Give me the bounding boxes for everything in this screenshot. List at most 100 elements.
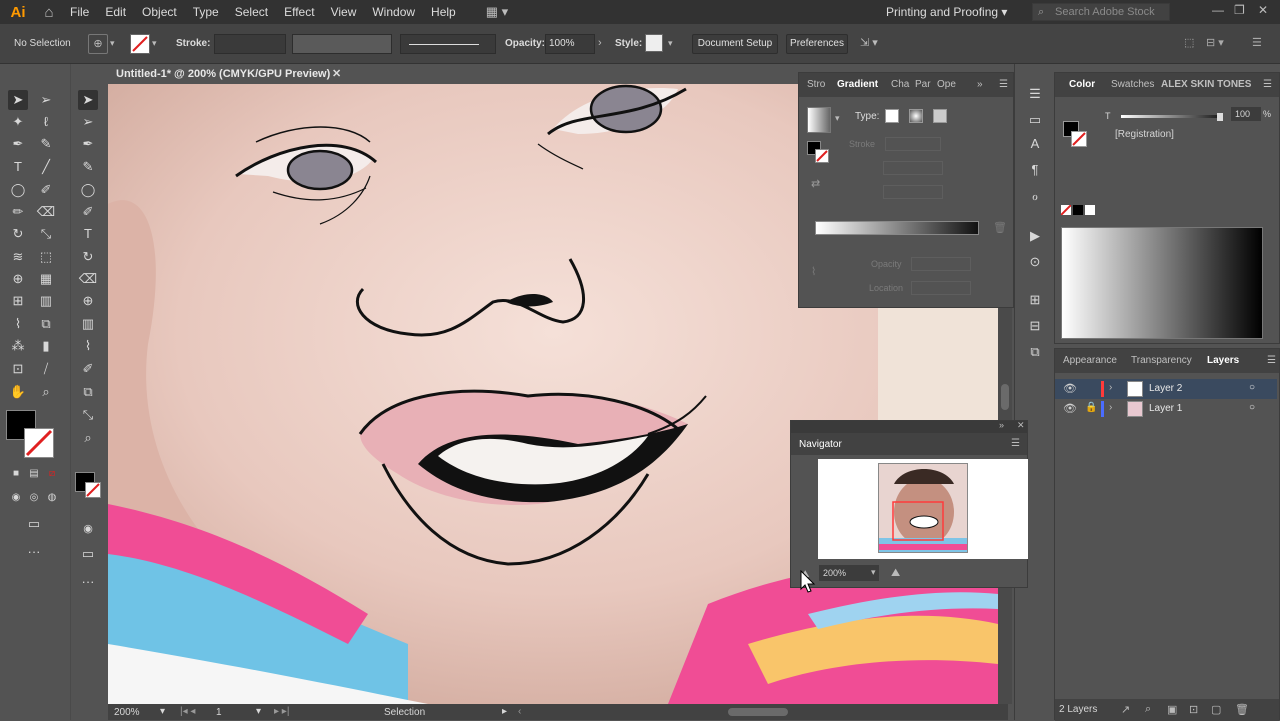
draw-inside-icon[interactable]: ◍: [42, 488, 62, 508]
symbol-sprayer-icon[interactable]: ⁂: [8, 336, 28, 356]
minimize-icon[interactable]: —: [1212, 3, 1224, 17]
tab-opentype[interactable]: Ope: [937, 79, 956, 90]
pathfinder-panel-icon[interactable]: ⧉: [1025, 342, 1045, 362]
pencil-2-icon[interactable]: ✎: [78, 157, 98, 177]
panel-menu-icon[interactable]: ☰: [1011, 438, 1020, 449]
tint-slider-handle[interactable]: [1217, 113, 1223, 121]
arrange-documents-icon[interactable]: ▦ ▾: [486, 4, 508, 20]
document-setup-button[interactable]: Document Setup: [692, 34, 778, 54]
gradient-mode-icon[interactable]: ▤: [24, 464, 44, 484]
collapse-icon[interactable]: »: [999, 420, 1004, 430]
panel-menu-icon[interactable]: ☰: [1267, 355, 1276, 366]
chevron-down-icon[interactable]: ▾: [835, 113, 840, 124]
opentype-panel-icon[interactable]: ℴ: [1025, 186, 1045, 206]
more-tools-icon[interactable]: ···: [24, 542, 44, 562]
pen-tool-icon[interactable]: ✒: [8, 134, 28, 154]
lock-icon[interactable]: 🔒: [1085, 402, 1097, 413]
tab-appearance[interactable]: Appearance: [1063, 355, 1117, 366]
tab-paragraph[interactable]: Par: [915, 79, 931, 90]
eyedropper-2-icon[interactable]: ⌇: [78, 336, 98, 356]
hand-tool-icon[interactable]: ✋: [8, 382, 28, 402]
color-mode-icon[interactable]: ■: [6, 464, 26, 484]
collapse-panels-icon[interactable]: ☰: [1025, 84, 1045, 104]
panel-menu-icon[interactable]: ☰: [1252, 36, 1262, 49]
none-swatch[interactable]: [1060, 204, 1072, 216]
tab-color[interactable]: Color: [1069, 79, 1095, 90]
navigator-preview[interactable]: [818, 459, 1028, 559]
none-mode-icon[interactable]: ⧄: [42, 464, 62, 484]
tab-character[interactable]: Cha: [891, 79, 909, 90]
delete-layer-icon[interactable]: 🗑: [1235, 703, 1249, 716]
close-icon[interactable]: ✕: [1017, 420, 1025, 431]
gradient-stroke-swatch[interactable]: [815, 149, 829, 163]
vscroll-thumb[interactable]: [1001, 384, 1009, 410]
menu-help[interactable]: Help: [423, 5, 464, 19]
brush-2-icon[interactable]: ✐: [78, 202, 98, 222]
ellipse-2-icon[interactable]: ◯: [78, 180, 98, 200]
tint-value[interactable]: 100: [1231, 107, 1261, 121]
align-panel-icon[interactable]: ⊟: [1025, 316, 1045, 336]
tab-transparency[interactable]: Transparency: [1131, 355, 1192, 366]
direct-selection-2-icon[interactable]: ➢: [78, 112, 98, 132]
draw-behind-icon[interactable]: ◎: [24, 488, 44, 508]
menu-effect[interactable]: Effect: [276, 5, 322, 19]
draw-normal-icon[interactable]: ◉: [6, 488, 26, 508]
paragraph-panel-icon[interactable]: ¶: [1025, 160, 1045, 180]
chevron-down-icon[interactable]: ▾: [256, 706, 261, 717]
shape-builder-2-icon[interactable]: ⊕: [78, 291, 98, 311]
stroke-swatch-2[interactable]: [85, 482, 101, 498]
chevron-down-icon[interactable]: ▾: [152, 38, 157, 49]
first-artboard-icon[interactable]: |◂ ◂: [180, 706, 195, 717]
slice-tool-icon[interactable]: ⧸: [36, 359, 56, 379]
tab-stroke[interactable]: Stro: [807, 79, 825, 90]
status-zoom[interactable]: 200%: [114, 707, 140, 718]
transform-panel-icon[interactable]: ⊞: [1025, 290, 1045, 310]
menu-select[interactable]: Select: [227, 5, 276, 19]
expand-arrow-icon[interactable]: ›: [1109, 382, 1112, 393]
zoom-in-icon[interactable]: ⛰: [891, 567, 900, 580]
blend-2-icon[interactable]: ⧉: [78, 382, 98, 402]
fill-icon[interactable]: ⊕: [88, 34, 108, 54]
app-logo[interactable]: Ai: [0, 0, 36, 24]
pen-tool-2-icon[interactable]: ✒: [78, 134, 98, 154]
close-window-icon[interactable]: ✕: [1258, 3, 1268, 17]
variable-width-profile[interactable]: [292, 34, 392, 54]
lasso-icon[interactable]: ℓ: [36, 112, 56, 132]
menu-object[interactable]: Object: [134, 5, 185, 19]
preferences-button[interactable]: Preferences: [786, 34, 848, 54]
selection-tool-icon[interactable]: ➤: [8, 90, 28, 110]
white-swatch[interactable]: [1085, 205, 1095, 215]
paintbrush-icon[interactable]: ✐: [36, 180, 56, 200]
new-sublayer-icon[interactable]: ⊡: [1189, 703, 1198, 716]
eye-icon[interactable]: 👁: [1063, 402, 1077, 415]
line-tool-icon[interactable]: ╱: [36, 157, 56, 177]
mesh-tool-icon[interactable]: ⊞: [8, 291, 28, 311]
panel-menu-icon[interactable]: ☰: [999, 79, 1008, 90]
menu-window[interactable]: Window: [364, 5, 423, 19]
expand-arrow-icon[interactable]: ›: [1109, 402, 1112, 413]
menu-type[interactable]: Type: [185, 5, 227, 19]
perspective-grid-icon[interactable]: ▦: [36, 269, 56, 289]
type-2-icon[interactable]: T: [78, 224, 98, 244]
workspace-switcher[interactable]: Printing and Proofing ▾: [886, 5, 1007, 19]
more-tabs-icon[interactable]: »: [977, 79, 983, 90]
tab-gradient[interactable]: Gradient: [837, 79, 878, 90]
scale-tool-icon[interactable]: ⤡: [36, 224, 56, 244]
shape-builder-icon[interactable]: ⊕: [8, 269, 28, 289]
column-graph-icon[interactable]: ▮: [36, 336, 56, 356]
eyedropper-icon[interactable]: ⌇: [8, 314, 28, 334]
target-circle-icon[interactable]: ○: [1249, 402, 1255, 413]
stroke-panel-icon[interactable]: ▭: [1025, 110, 1045, 130]
more-tools-2-icon[interactable]: ···: [78, 572, 98, 592]
navigator-zoom-field[interactable]: 200%: [819, 565, 879, 581]
menu-edit[interactable]: Edit: [97, 5, 134, 19]
artboard-number[interactable]: 1: [216, 707, 222, 718]
chevron-down-icon[interactable]: ▾: [110, 38, 115, 49]
eye-icon[interactable]: 👁: [1063, 382, 1077, 395]
screen-mode-2-icon[interactable]: ▭: [78, 544, 98, 564]
target-circle-icon[interactable]: ○: [1249, 382, 1255, 393]
last-artboard-icon[interactable]: ▸ ▸|: [274, 706, 289, 717]
locate-object-icon[interactable]: ⌕: [1145, 703, 1151, 716]
stroke-swatch[interactable]: [24, 428, 54, 458]
restore-icon[interactable]: ❐: [1234, 3, 1245, 17]
